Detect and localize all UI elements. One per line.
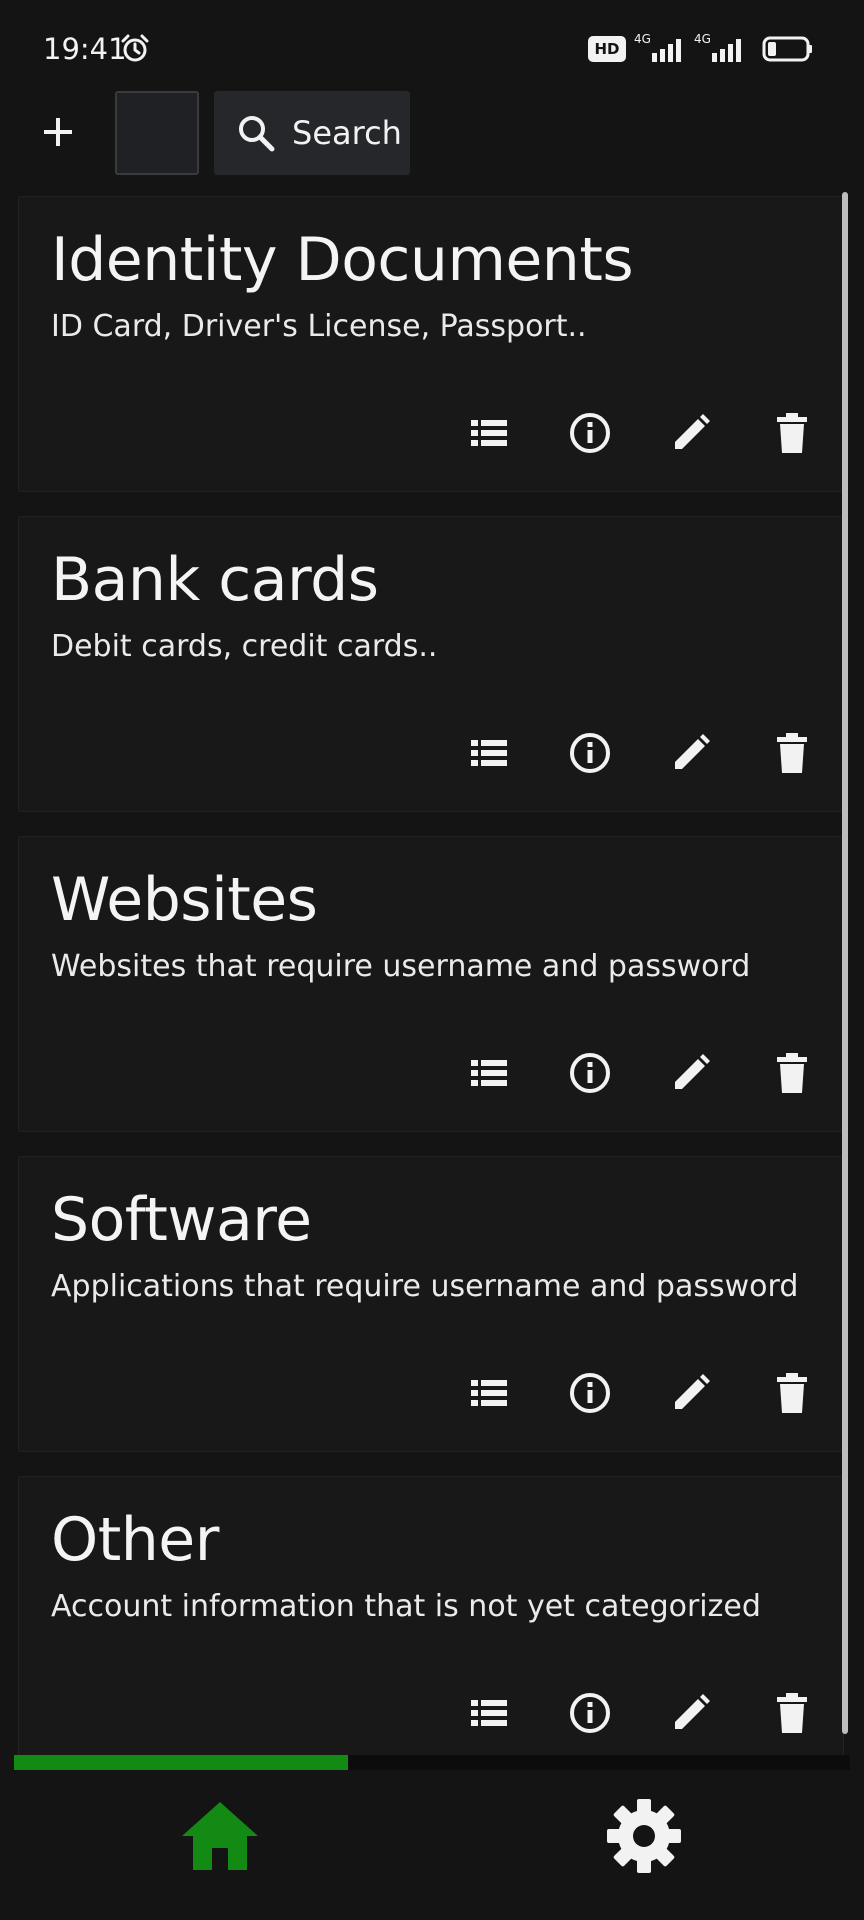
edit-icon [674, 1693, 710, 1729]
category-description: ID Card, Driver's License, Passport.. [51, 309, 587, 344]
category-title: Websites [51, 865, 318, 935]
edit-icon [674, 733, 710, 769]
delete-button[interactable] [766, 1047, 817, 1098]
edit-button[interactable] [665, 1047, 716, 1098]
add-category-button[interactable] [34, 108, 82, 156]
list-icon [470, 1059, 507, 1086]
progress-fill [14, 1755, 349, 1770]
plus-icon [44, 118, 72, 146]
edit-button[interactable] [665, 1367, 716, 1418]
search-icon [239, 116, 275, 152]
info-button[interactable] [564, 727, 615, 778]
search-label: Search [292, 114, 402, 152]
edit-button[interactable] [665, 1687, 716, 1738]
category-title: Other [51, 1505, 219, 1575]
nav-home-button[interactable] [176, 1792, 264, 1880]
card-actions [463, 1047, 817, 1098]
delete-icon [776, 732, 807, 773]
delete-button[interactable] [766, 1687, 817, 1738]
edit-button[interactable] [665, 727, 716, 778]
category-description: Account information that is not yet cate… [51, 1589, 761, 1624]
delete-button[interactable] [766, 407, 817, 458]
edit-icon [674, 1053, 710, 1089]
category-description: Debit cards, credit cards.. [51, 629, 438, 664]
category-list: Identity Documents ID Card, Driver's Lic… [18, 196, 844, 1796]
list-button[interactable] [463, 407, 514, 458]
list-icon [470, 739, 507, 766]
category-title: Bank cards [51, 545, 379, 615]
delete-icon [776, 1692, 807, 1733]
card-actions [463, 1367, 817, 1418]
card-actions [463, 1687, 817, 1738]
edit-icon [674, 1373, 710, 1409]
status-indicators: HD 4G 4G [588, 32, 814, 64]
card-actions [463, 407, 817, 458]
scrollbar[interactable] [842, 192, 848, 1734]
list-button[interactable] [463, 1687, 514, 1738]
info-button[interactable] [564, 1367, 615, 1418]
settings-icon [607, 1799, 681, 1873]
nav-settings-button[interactable] [600, 1792, 688, 1880]
signal-icon: 4G [634, 32, 686, 64]
info-button[interactable] [564, 1687, 615, 1738]
edit-icon [674, 413, 710, 449]
list-icon [470, 1379, 507, 1406]
edit-button[interactable] [665, 407, 716, 458]
list-button[interactable] [463, 727, 514, 778]
delete-icon [776, 412, 807, 453]
search-button[interactable]: Search [214, 91, 410, 175]
bottom-nav [0, 1770, 864, 1920]
list-icon [470, 419, 507, 446]
category-card[interactable]: Websites Websites that require username … [18, 836, 844, 1132]
delete-button[interactable] [766, 1367, 817, 1418]
app-screen: 19:41 HD 4G 4G Search Identity Documents… [0, 0, 864, 1920]
category-description: Websites that require username and passw… [51, 949, 751, 984]
info-button[interactable] [564, 1047, 615, 1098]
info-button[interactable] [564, 407, 615, 458]
list-button[interactable] [463, 1047, 514, 1098]
category-card[interactable]: Bank cards Debit cards, credit cards.. [18, 516, 844, 812]
category-card[interactable]: Other Account information that is not ye… [18, 1476, 844, 1772]
delete-icon [776, 1052, 807, 1093]
info-icon [569, 1052, 610, 1093]
info-icon [569, 1692, 610, 1733]
status-bar: 19:41 HD 4G 4G [0, 0, 864, 80]
category-card[interactable]: Software Applications that require usern… [18, 1156, 844, 1452]
delete-button[interactable] [766, 727, 817, 778]
progress-bar [14, 1755, 850, 1770]
info-icon [569, 732, 610, 773]
filter-box[interactable] [115, 91, 199, 175]
card-actions [463, 727, 817, 778]
info-icon [569, 412, 610, 453]
signal-icon-2: 4G [694, 32, 746, 64]
category-title: Identity Documents [51, 225, 634, 295]
category-title: Software [51, 1185, 312, 1255]
category-description: Applications that require username and p… [51, 1269, 799, 1304]
home-icon [182, 1802, 258, 1870]
list-icon [470, 1699, 507, 1726]
category-card[interactable]: Identity Documents ID Card, Driver's Lic… [18, 196, 844, 492]
info-icon [569, 1372, 610, 1413]
status-time: 19:41 [43, 32, 127, 66]
top-toolbar: Search [0, 88, 864, 178]
battery-icon [762, 36, 814, 62]
hd-badge: HD [588, 36, 626, 62]
alarm-icon [119, 33, 151, 65]
list-button[interactable] [463, 1367, 514, 1418]
delete-icon [776, 1372, 807, 1413]
